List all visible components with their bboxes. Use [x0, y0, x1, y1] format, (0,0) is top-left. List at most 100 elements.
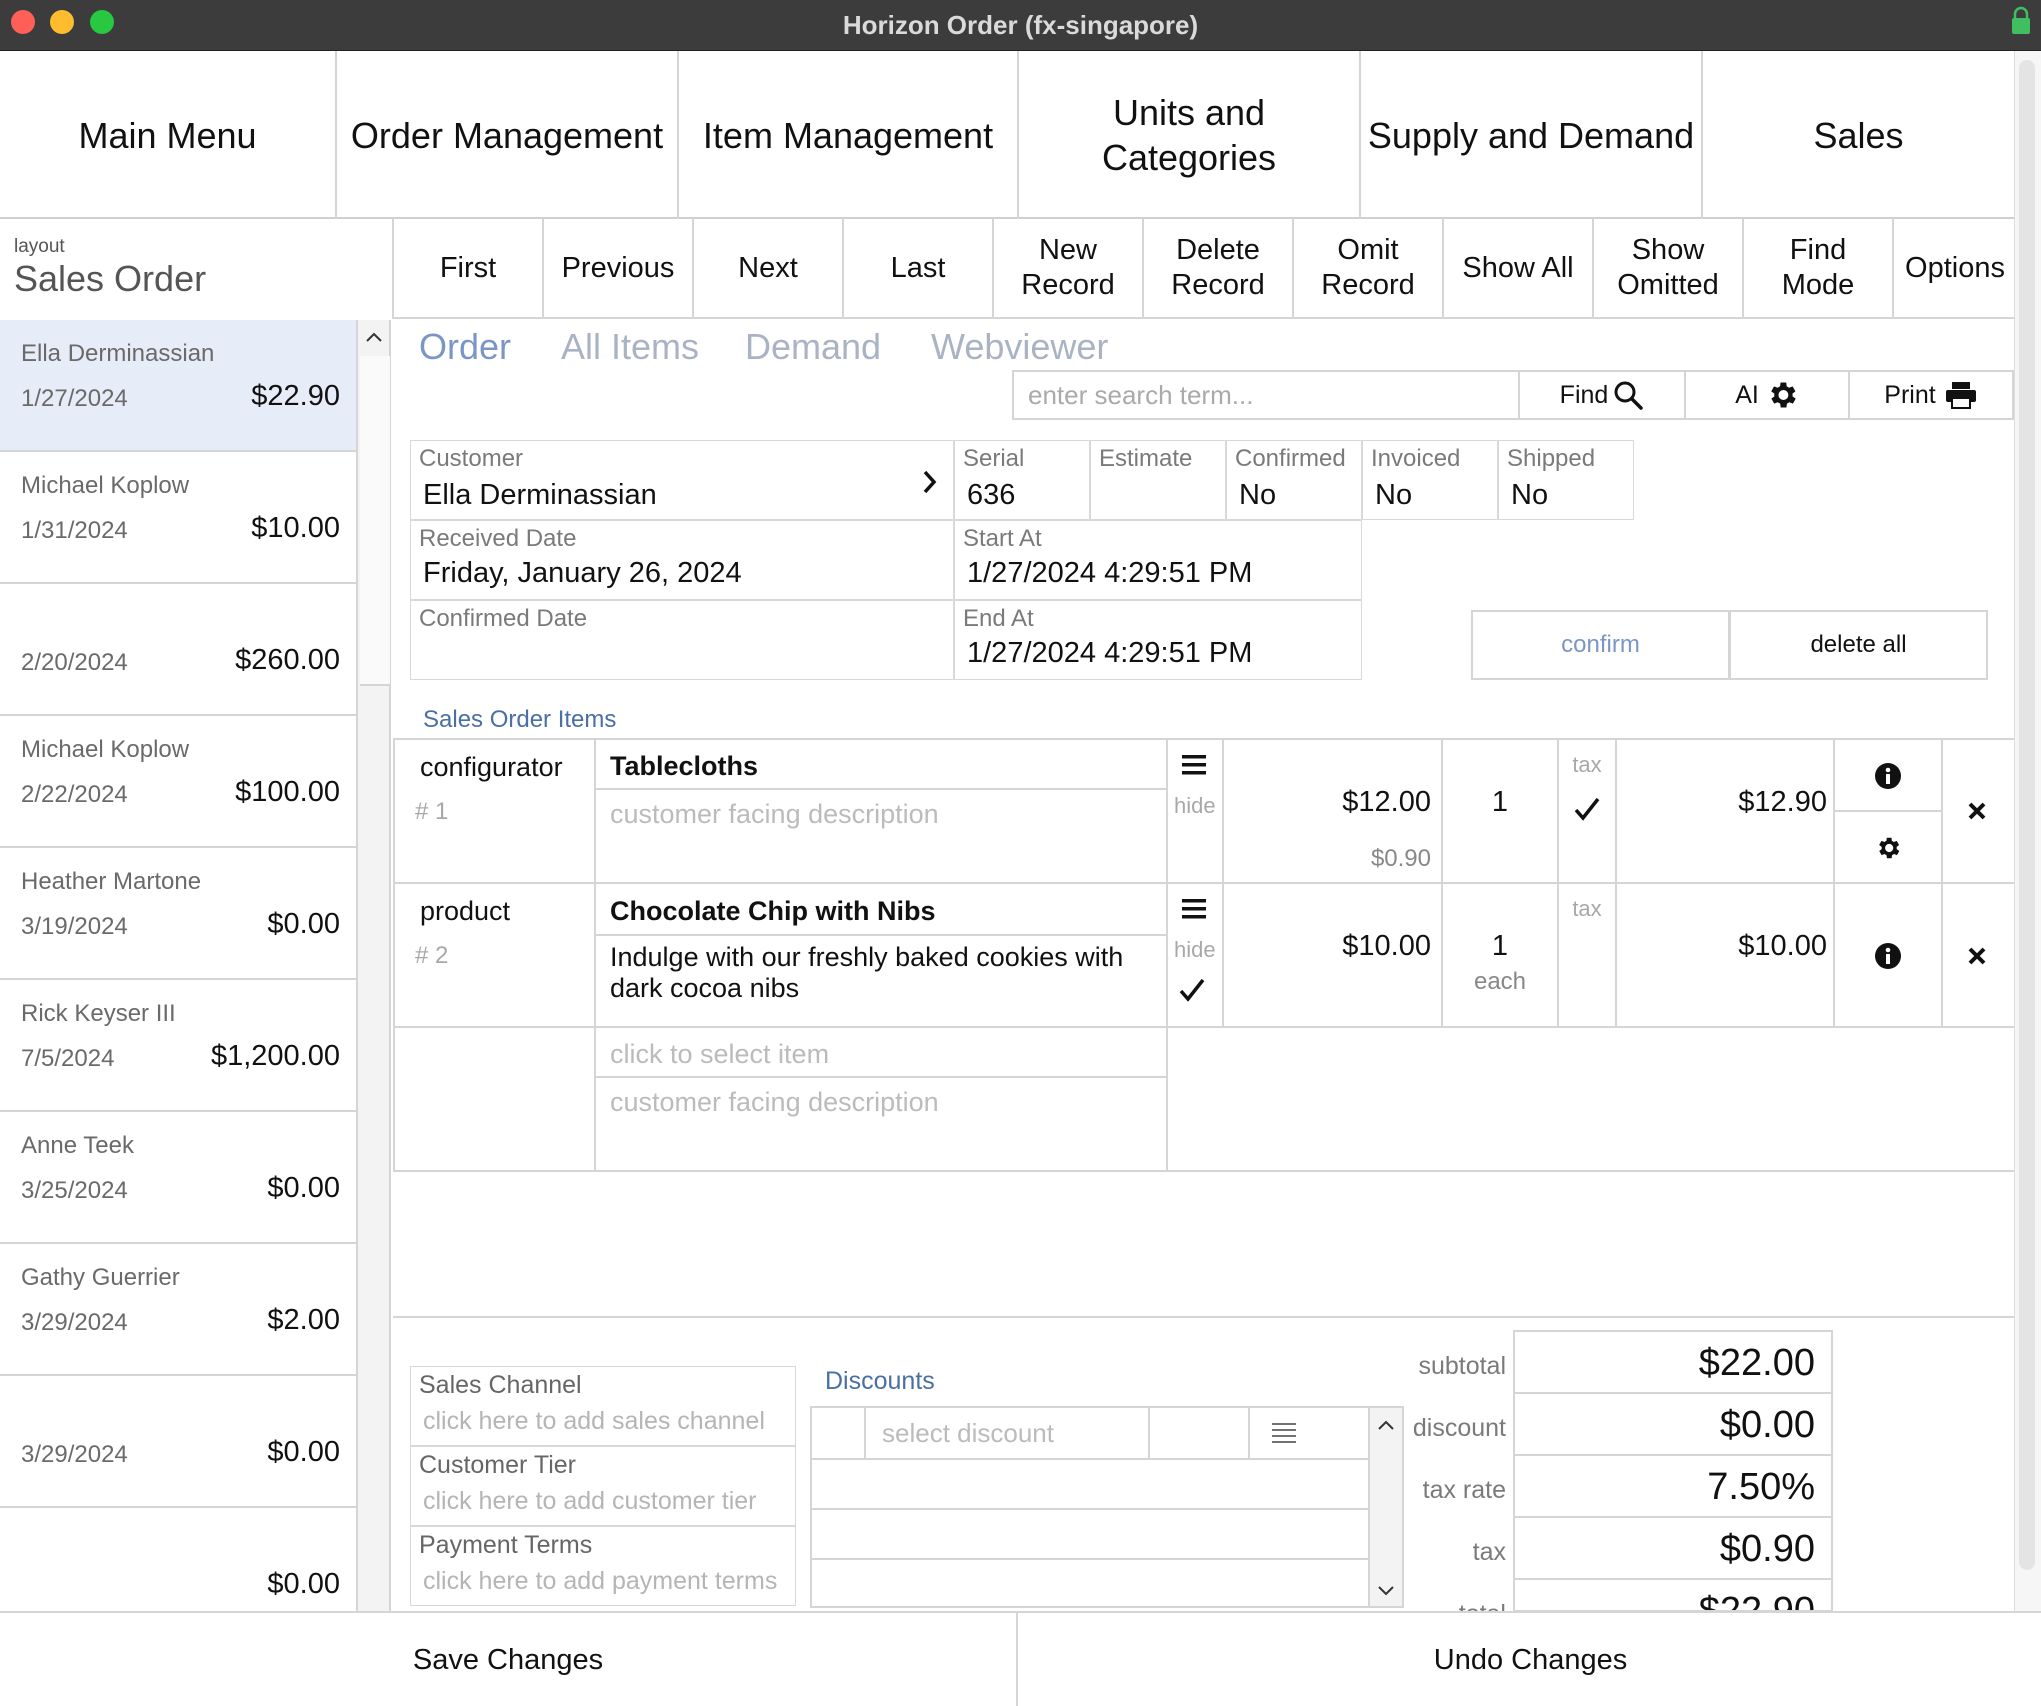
list-scrollbar-thumb[interactable]	[360, 356, 390, 686]
list-item[interactable]: Michael Koplow 2/22/2024 $100.00	[0, 716, 356, 848]
serial-field[interactable]: Serial 636	[954, 440, 1090, 520]
item-quantity[interactable]: 1	[1443, 786, 1557, 819]
close-icon[interactable]	[1966, 945, 1988, 967]
print-button[interactable]: Print	[1850, 370, 2014, 420]
payment-terms-placeholder: click here to add payment terms	[423, 1567, 778, 1595]
close-icon[interactable]	[1966, 800, 1988, 822]
item-total: $12.90	[1738, 786, 1827, 818]
show-omitted-button[interactable]: Show Omitted	[1594, 219, 1744, 317]
customer-tier-field[interactable]: Customer Tier click here to add customer…	[410, 1446, 796, 1526]
search-input[interactable]: enter search term...	[1012, 370, 1520, 420]
item-price[interactable]: $10.00	[1225, 930, 1431, 963]
list-item[interactable]: Heather Martone 3/19/2024 $0.00	[0, 848, 356, 980]
info-icon[interactable]	[1874, 762, 1902, 790]
nav-supply-and-demand[interactable]: Supply and Demand	[1361, 51, 1703, 219]
window-scrollbar-thumb[interactable]	[2019, 60, 2035, 1570]
first-button[interactable]: First	[394, 219, 544, 317]
estimate-field[interactable]: Estimate	[1090, 440, 1226, 520]
payment-terms-field[interactable]: Payment Terms click here to add payment …	[410, 1526, 796, 1606]
save-changes-button[interactable]: Save Changes	[0, 1613, 1018, 1706]
tab-webviewer[interactable]: Webviewer	[931, 326, 1108, 368]
select-discount-input[interactable]: select discount	[882, 1418, 1054, 1449]
discounts-label: Discounts	[825, 1367, 935, 1395]
footer: Save Changes Undo Changes	[0, 1611, 2041, 1706]
sales-channel-placeholder: click here to add sales channel	[423, 1407, 765, 1435]
item-quantity[interactable]: 1	[1443, 930, 1557, 963]
chevron-right-icon[interactable]	[919, 467, 941, 497]
list-item-amount: $0.00	[267, 1172, 340, 1204]
item-description[interactable]: Indulge with our freshly baked cookies w…	[610, 942, 1150, 1004]
menu-icon[interactable]	[1180, 752, 1208, 778]
chevron-down-icon[interactable]	[1374, 1582, 1398, 1600]
shipped-field[interactable]: Shipped No	[1498, 440, 1634, 520]
next-button[interactable]: Next	[694, 219, 844, 317]
list-item[interactable]: Gathy Guerrier 3/29/2024 $2.00	[0, 1244, 356, 1376]
nav-sales[interactable]: Sales	[1703, 51, 2014, 219]
list-icon[interactable]	[1270, 1420, 1298, 1444]
field-label: Estimate	[1099, 445, 1193, 472]
find-mode-button[interactable]: Find Mode	[1744, 219, 1894, 317]
show-all-button[interactable]: Show All	[1444, 219, 1594, 317]
delete-record-button[interactable]: Delete Record	[1144, 219, 1294, 317]
nav-item-management[interactable]: Item Management	[679, 51, 1019, 219]
info-icon[interactable]	[1874, 942, 1902, 970]
list-item[interactable]: Ella Derminassian 1/27/2024 $22.90	[0, 320, 356, 452]
discounts-portal: select discount	[810, 1406, 1370, 1608]
list-item-date: 3/29/2024	[21, 1441, 128, 1468]
list-item-date: 3/25/2024	[21, 1177, 128, 1204]
subtotal-label: subtotal	[1418, 1352, 1506, 1380]
undo-changes-button[interactable]: Undo Changes	[1020, 1613, 2041, 1706]
nav-order-management[interactable]: Order Management	[337, 51, 679, 219]
item-description[interactable]: customer facing description	[610, 799, 939, 830]
ai-button[interactable]: AI	[1686, 370, 1850, 420]
list-item[interactable]: Michael Koplow 1/31/2024 $10.00	[0, 452, 356, 584]
hide-label[interactable]: hide	[1174, 793, 1216, 819]
list-item[interactable]: Anne Teek 3/25/2024 $0.00	[0, 1112, 356, 1244]
new-item-description-input[interactable]: customer facing description	[610, 1087, 939, 1118]
find-button[interactable]: Find	[1520, 370, 1686, 420]
list-item[interactable]: 2/20/2024 $260.00	[0, 584, 356, 716]
item-price[interactable]: $12.00	[1225, 786, 1431, 819]
hide-label[interactable]: hide	[1174, 937, 1216, 963]
confirm-button[interactable]: confirm	[1471, 610, 1730, 680]
menu-icon[interactable]	[1180, 896, 1208, 922]
list-item[interactable]: $0.00	[0, 1508, 356, 1612]
tax-rate-value[interactable]: 7.50%	[1595, 1466, 1815, 1509]
confirmed-date-field[interactable]: Confirmed Date	[410, 600, 954, 680]
discount-value[interactable]: $0.00	[1595, 1404, 1815, 1447]
customer-field[interactable]: Customer Ella Derminassian	[410, 440, 954, 520]
end-at-field[interactable]: End At 1/27/2024 4:29:51 PM	[954, 600, 1362, 680]
confirmed-field[interactable]: Confirmed No	[1226, 440, 1362, 520]
list-item-amount: $2.00	[267, 1304, 340, 1336]
checkmark-icon[interactable]	[1572, 795, 1602, 823]
sales-channel-field[interactable]: Sales Channel click here to add sales ch…	[410, 1366, 796, 1446]
list-item[interactable]: Rick Keyser III 7/5/2024 $1,200.00	[0, 980, 356, 1112]
omit-record-button[interactable]: Omit Record	[1294, 219, 1444, 317]
field-label: Confirmed	[1235, 445, 1346, 472]
invoiced-field[interactable]: Invoiced No	[1362, 440, 1498, 520]
chevron-up-icon[interactable]	[362, 328, 386, 346]
last-button[interactable]: Last	[844, 219, 994, 317]
select-item-input[interactable]: click to select item	[610, 1039, 829, 1070]
delete-all-button[interactable]: delete all	[1729, 610, 1988, 680]
previous-button[interactable]: Previous	[544, 219, 694, 317]
item-name[interactable]: Chocolate Chip with Nibs	[610, 896, 936, 927]
nav-main-menu[interactable]: Main Menu	[0, 51, 337, 219]
list-item-date: 3/19/2024	[21, 913, 128, 940]
received-date-field[interactable]: Received Date Friday, January 26, 2024	[410, 520, 954, 600]
list-item[interactable]: 3/29/2024 $0.00	[0, 1376, 356, 1508]
item-name[interactable]: Tablecloths	[610, 751, 758, 782]
options-button[interactable]: Options	[1894, 219, 2016, 317]
tab-all-items[interactable]: All Items	[561, 326, 699, 368]
item-number: # 1	[415, 798, 449, 825]
list-item-amount: $0.00	[267, 1436, 340, 1468]
layout-name[interactable]: Sales Order	[14, 258, 206, 300]
tab-demand[interactable]: Demand	[745, 326, 881, 368]
checkmark-icon[interactable]	[1177, 976, 1207, 1004]
tab-order[interactable]: Order	[419, 326, 511, 368]
new-record-button[interactable]: New Record	[994, 219, 1144, 317]
start-at-field[interactable]: Start At 1/27/2024 4:29:51 PM	[954, 520, 1362, 600]
tax-label: tax	[1472, 1538, 1506, 1566]
gear-icon[interactable]	[1874, 834, 1902, 862]
nav-units-and-categories[interactable]: Units and Categories	[1019, 51, 1361, 219]
